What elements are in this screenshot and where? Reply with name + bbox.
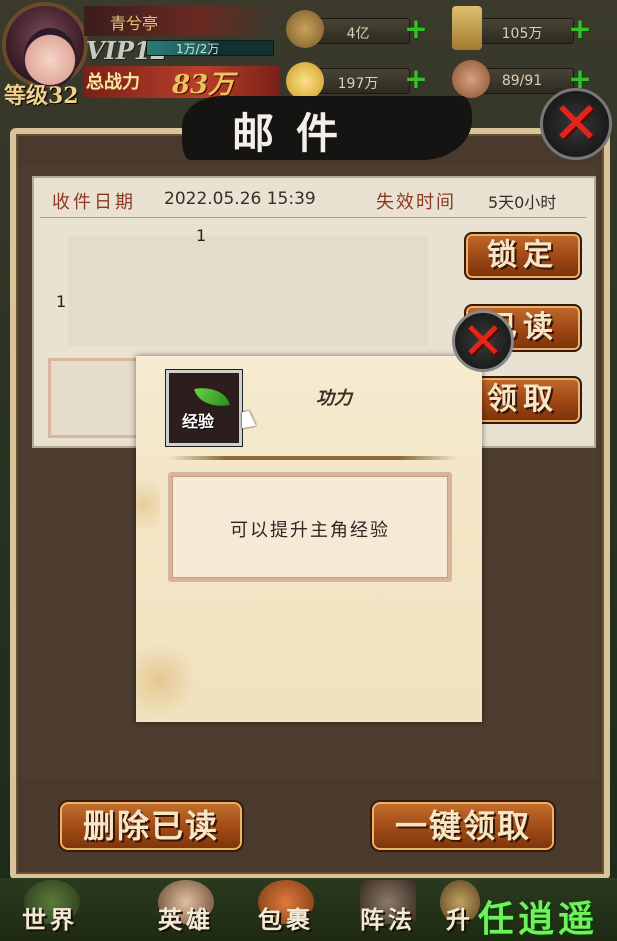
player-level: 等级32 [4,83,79,109]
scroll-token-icon [452,6,482,50]
add-scroll-button[interactable]: + [568,15,592,43]
received-date-value: 2022.05.26 15:39 [164,189,316,209]
nav-formation[interactable]: 阵法 [346,878,430,941]
claim-button-label: 领取 [487,382,559,417]
copper-coins-icon [286,10,324,48]
close-tooltip-button[interactable]: ✕ [452,310,514,372]
player-name: 青兮亭 [110,14,159,33]
nav-heroes-label: 英雄 [158,905,214,934]
expire-time-label: 失效时间 [376,192,456,213]
delete-read-button-label: 删除已读 [82,807,219,845]
tooltip-divider [168,456,458,460]
resource-scroll: 105万 [470,18,574,44]
power-label: 总战力 [86,72,140,93]
nav-formation-label: 阵法 [360,905,416,934]
close-icon: ✕ [462,312,504,370]
close-icon: ✕ [551,89,601,157]
gold-ingot-icon [286,62,324,100]
blossom-decoration [136,640,194,722]
expire-time-value: 5天0小时 [488,193,557,212]
nav-bag[interactable]: 包裹 [244,878,328,941]
muscle-stamina-icon [452,60,490,98]
nav-world[interactable]: 世界 [4,878,96,941]
attachment-slot[interactable] [48,358,140,438]
top-hud: 等级32 青兮亭 VIP12 1万/2万 总战力 83万 4亿 + 105万 +… [0,0,617,110]
watermark-logo: 任逍遥 [478,898,599,940]
vip-progress-text: 1万/2万 [176,42,220,56]
lock-button-label: 锁定 [487,238,559,273]
nav-heroes[interactable]: 英雄 [144,878,228,941]
item-name: 功力 [316,388,352,409]
mouse-cursor-icon [242,409,256,429]
item-icon-label: 经验 [182,412,215,431]
delete-read-button[interactable]: 删除已读 [58,800,244,852]
mail-title: 邮件 [232,109,361,158]
mail-body [68,236,428,346]
mail-body-text: 1 [56,292,67,311]
nav-upgrade[interactable]: 升 [440,878,480,941]
received-date-label: 收件日期 [52,192,136,213]
nav-upgrade-label: 升 [446,905,474,934]
resource-scroll-value: 105万 [501,26,543,42]
nav-world-label: 世界 [22,905,78,934]
item-description: 可以提升主角经验 [230,520,390,541]
add-coins-button[interactable]: + [404,15,428,43]
mail-body-text: 1 [196,226,207,245]
claim-all-button[interactable]: 一键领取 [370,800,556,852]
add-gold-button[interactable]: + [404,65,428,93]
claim-all-button-label: 一键领取 [394,807,531,845]
lock-button[interactable]: 锁定 [464,232,582,280]
blossom-decoration [136,470,160,540]
nav-bag-label: 包裹 [258,905,314,934]
close-mail-button[interactable]: ✕ [540,88,612,160]
player-avatar[interactable] [2,2,88,88]
